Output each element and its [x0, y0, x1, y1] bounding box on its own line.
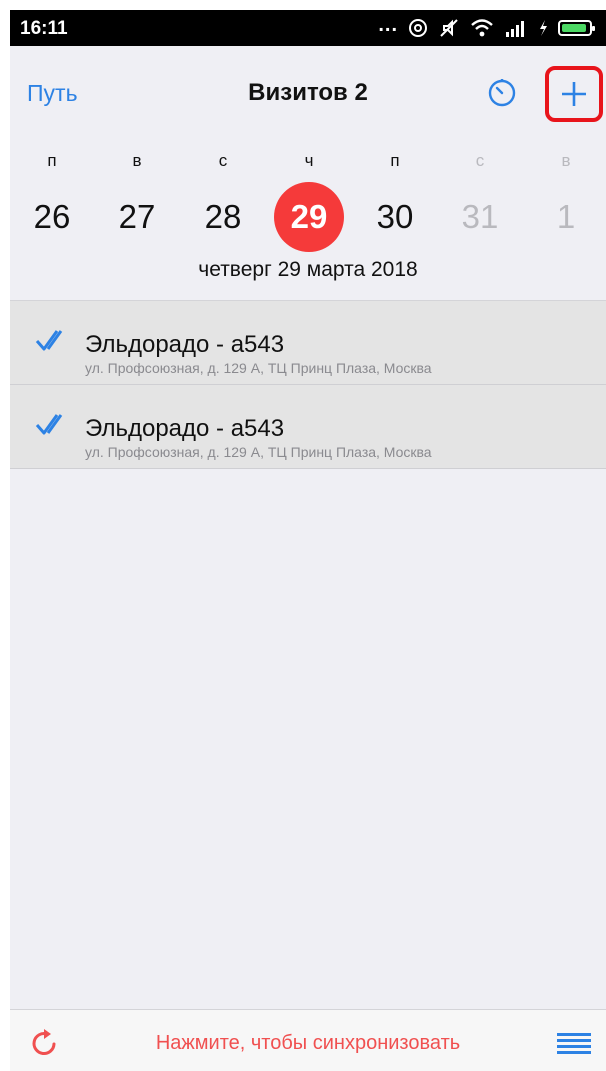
- day-29-selected[interactable]: ч 29: [269, 150, 349, 252]
- day-27[interactable]: в 27: [97, 150, 177, 252]
- timer-icon[interactable]: [486, 76, 518, 108]
- mute-icon: [440, 19, 458, 37]
- add-visit-button[interactable]: [545, 66, 603, 122]
- visit-list: Эльдорадо - а543 ул. Профсоюзная, д. 129…: [10, 301, 606, 469]
- day-number: 30: [376, 198, 414, 235]
- visit-address: ул. Профсоюзная, д. 129 А, ТЦ Принц Плаз…: [85, 444, 432, 460]
- bottom-bar: Нажмите, чтобы синхронизовать: [10, 1009, 606, 1071]
- day-number: 29: [274, 182, 344, 252]
- day-1[interactable]: в 1: [526, 150, 606, 252]
- selected-date-label: четверг 29 марта 2018: [198, 258, 418, 281]
- header: Путь Визитов 2: [10, 46, 606, 138]
- day-number: 26: [33, 198, 71, 235]
- day-number: 27: [118, 198, 156, 235]
- wifi-icon: [471, 19, 493, 37]
- list-item[interactable]: Эльдорадо - а543 ул. Профсоюзная, д. 129…: [10, 301, 606, 385]
- day-of-week-label: в: [132, 151, 142, 170]
- day-of-week-label: с: [475, 151, 485, 170]
- day-26[interactable]: п 26: [12, 150, 92, 252]
- day-number: 28: [204, 198, 242, 235]
- day-of-week-label: ч: [304, 151, 314, 170]
- day-number: 1: [556, 198, 576, 235]
- double-check-icon: [35, 330, 63, 351]
- battery-icon: [558, 20, 595, 36]
- day-of-week-label: с: [218, 151, 228, 170]
- status-icons: ...: [378, 13, 595, 40]
- day-of-week-label: в: [561, 151, 571, 170]
- day-31[interactable]: с 31: [440, 150, 520, 252]
- week-calendar: п 26 в 27 с 28 ч 29 п 30 с 31 в 1: [10, 150, 606, 252]
- day-of-week-label: п: [390, 151, 400, 170]
- charging-icon: [540, 20, 547, 36]
- app-screen: 16:11 ... Путь Визитов 2 п 26 в 27 с 28 …: [10, 10, 606, 1071]
- status-bar: 16:11 ...: [10, 10, 606, 46]
- more-notifications-icon: ...: [378, 13, 398, 36]
- day-28[interactable]: с 28: [183, 150, 263, 252]
- signal-icon: [506, 21, 524, 37]
- plus-icon: [562, 82, 586, 106]
- visit-address: ул. Профсоюзная, д. 129 А, ТЦ Принц Плаз…: [85, 360, 432, 376]
- list-item[interactable]: Эльдорадо - а543 ул. Профсоюзная, д. 129…: [10, 385, 606, 469]
- sync-prompt[interactable]: Нажмите, чтобы синхронизовать: [10, 1032, 606, 1055]
- double-check-icon: [35, 414, 63, 435]
- location-icon: [409, 19, 427, 37]
- day-of-week-label: п: [47, 151, 57, 170]
- menu-icon[interactable]: [557, 1032, 591, 1056]
- day-number: 31: [461, 198, 499, 235]
- day-30[interactable]: п 30: [355, 150, 435, 252]
- status-time: 16:11: [20, 18, 68, 39]
- visit-name: Эльдорадо - а543: [85, 415, 285, 442]
- visit-name: Эльдорадо - а543: [85, 331, 285, 358]
